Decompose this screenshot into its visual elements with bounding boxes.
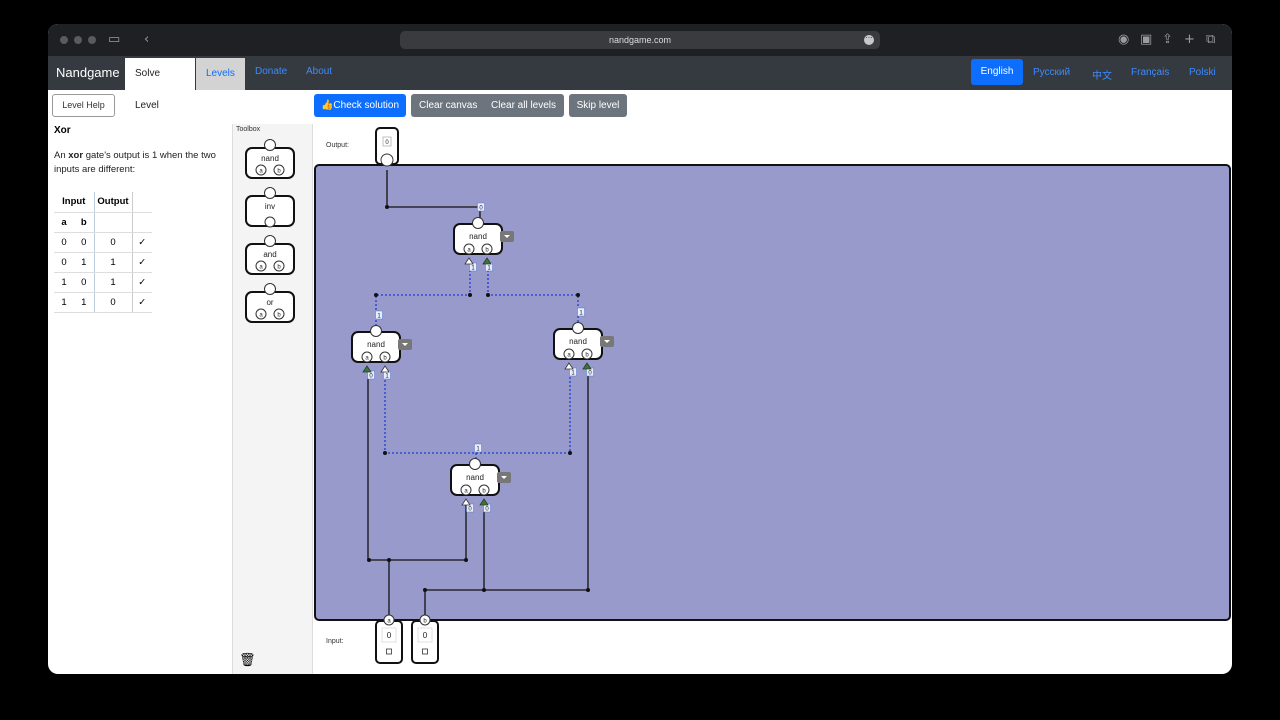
- wire-junction: [468, 293, 472, 297]
- output-label: Output:: [326, 142, 349, 149]
- wire-junction: [367, 558, 371, 562]
- wire-junction: [374, 293, 378, 297]
- gate-label: nand: [569, 337, 587, 346]
- gate-label: nand: [469, 232, 487, 241]
- toolbox-item-and[interactable]: [245, 243, 295, 275]
- toolbox-output-pin: [264, 187, 276, 199]
- wire-junction: [586, 588, 590, 592]
- toolbox-item-label: and: [263, 250, 276, 259]
- wire-junction: [387, 558, 391, 562]
- toolbox-item-label: nand: [261, 154, 279, 163]
- input-value: 0: [423, 631, 428, 640]
- circuit-board[interactable]: [314, 164, 1231, 621]
- circuit-canvas[interactable]: Output:Input:001 11 10 1 1 010 0nanda bnanda bna…: [48, 24, 1232, 674]
- wire-junction: [568, 451, 572, 455]
- browser-window: ▭ ‹ nandgame.com ⋯ ◉ ▣ ⇪ + ⧉ Nandgame So…: [48, 24, 1232, 674]
- gate-output-pin[interactable]: [469, 458, 481, 470]
- wire-junction: [464, 558, 468, 562]
- toolbox-output-pin: [264, 283, 276, 295]
- wire-junction: [482, 588, 486, 592]
- toolbox-pin: [264, 216, 276, 228]
- gate-output-pin[interactable]: [572, 322, 584, 334]
- gate-output-pin[interactable]: [472, 217, 484, 229]
- toolbox-item-or[interactable]: [245, 291, 295, 323]
- wire-junction: [383, 451, 387, 455]
- wire-junction: [576, 293, 580, 297]
- wire-junction: [423, 588, 427, 592]
- input-value: 0: [387, 631, 392, 640]
- output-pin[interactable]: [380, 153, 394, 167]
- input-toggle[interactable]: [386, 648, 392, 655]
- wire-junction: [486, 293, 490, 297]
- wire-junction: [385, 205, 389, 209]
- gate-output-pin[interactable]: [370, 325, 382, 337]
- gate-label: nand: [367, 340, 385, 349]
- input-label: Input:: [326, 638, 344, 645]
- toolbox-item-label: or: [266, 298, 273, 307]
- toolbox-output-pin: [264, 235, 276, 247]
- toolbox-item-nand[interactable]: [245, 147, 295, 179]
- toolbox-item-label: inv: [265, 202, 275, 211]
- toolbox-output-pin: [264, 139, 276, 151]
- gate-label: nand: [466, 473, 484, 482]
- input-toggle[interactable]: [422, 648, 428, 655]
